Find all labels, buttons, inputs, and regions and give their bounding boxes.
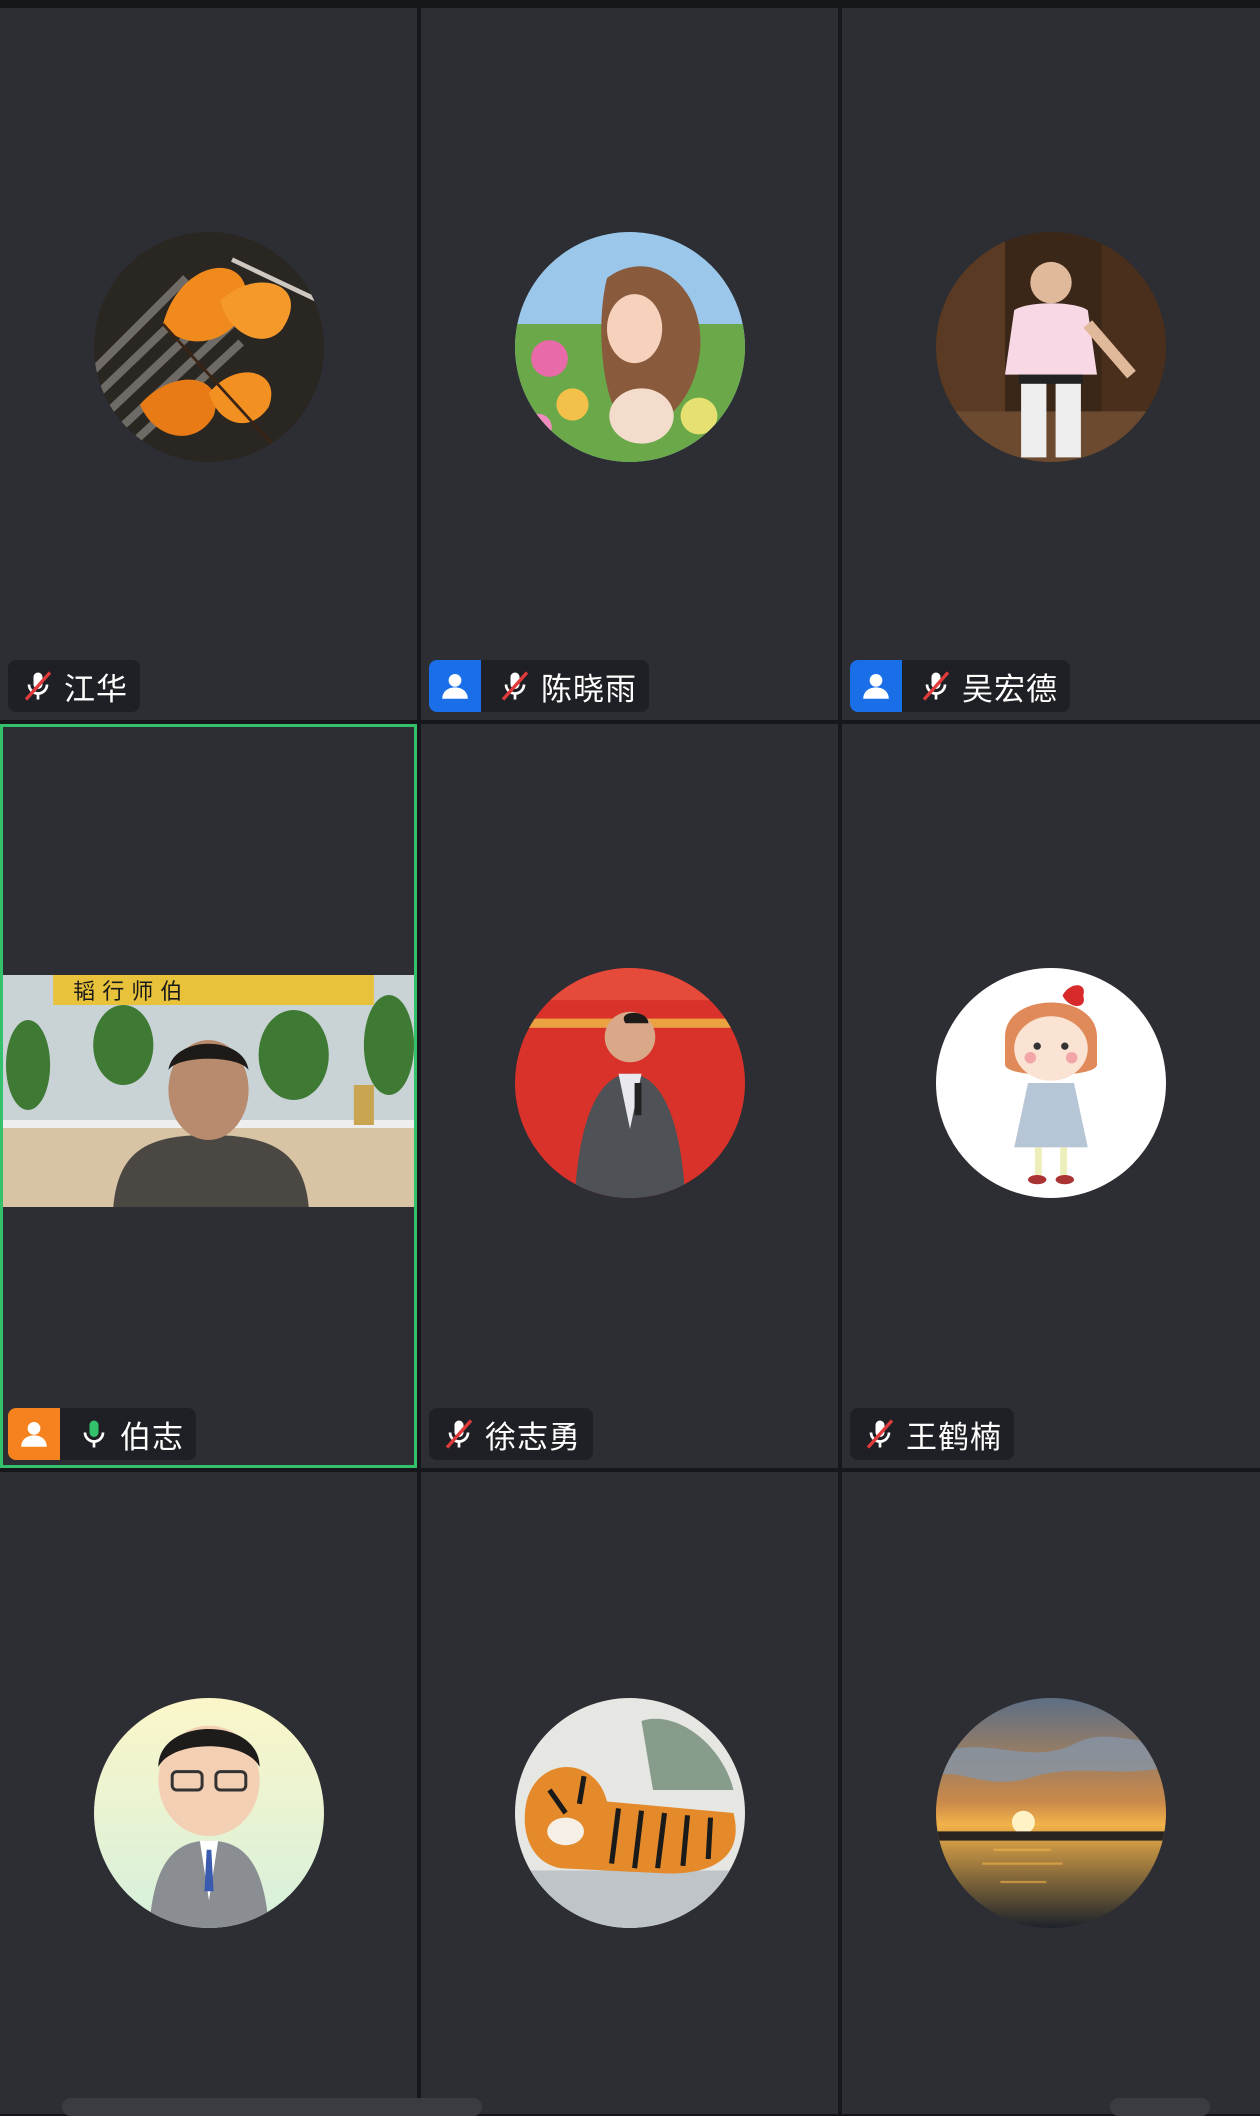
mic-muted-icon bbox=[860, 1414, 900, 1454]
svg-text:韬 行 师 伯: 韬 行 师 伯 bbox=[73, 980, 182, 1005]
name-tag: 江华 bbox=[8, 660, 140, 712]
participant-avatar bbox=[936, 1698, 1166, 1928]
participant-name: 江华 bbox=[64, 671, 128, 708]
participant-name: 伯志 bbox=[120, 1419, 184, 1456]
participant-avatar bbox=[936, 968, 1166, 1198]
participant-name: 王鹤楠 bbox=[906, 1419, 1002, 1456]
name-tag: 吴宏德 bbox=[850, 660, 1070, 712]
mic-icon bbox=[74, 1414, 114, 1454]
name-tag: 王鹤楠 bbox=[850, 1408, 1014, 1460]
participant-tile[interactable]: 王鹤楠 bbox=[842, 724, 1260, 1468]
camera-image: 韬 行 师 伯 bbox=[3, 975, 414, 1207]
participant-avatar bbox=[514, 232, 745, 462]
video-grid: 江华 陈晓雨 吴宏德 韬 行 师 伯 伯志 徐志勇 王鹤楠 bbox=[0, 8, 1260, 2114]
participant-avatar bbox=[514, 968, 745, 1198]
participant-avatar bbox=[93, 1698, 324, 1928]
video-feed: 韬 行 师 伯 bbox=[3, 975, 414, 1207]
participant-tile[interactable]: 陈晓雨 bbox=[421, 8, 838, 720]
bottom-toolbar-edge bbox=[62, 2098, 482, 2116]
participant-avatar bbox=[93, 232, 324, 462]
participant-avatar bbox=[936, 232, 1166, 462]
cartoon-man-suit-image bbox=[93, 1698, 324, 1928]
participant-tile[interactable] bbox=[421, 1472, 838, 2114]
user-icon bbox=[429, 660, 481, 712]
participant-name: 吴宏德 bbox=[962, 671, 1058, 708]
girl-flowers-image bbox=[514, 232, 745, 462]
cartoon-girl-image bbox=[936, 968, 1166, 1198]
name-tag: 伯志 bbox=[8, 1408, 196, 1460]
sunset-sea-image bbox=[936, 1698, 1166, 1928]
participant-tile[interactable] bbox=[0, 1472, 417, 2114]
mic-muted-icon bbox=[916, 666, 956, 706]
mic-muted-icon bbox=[439, 1414, 479, 1454]
participant-name: 徐志勇 bbox=[485, 1419, 581, 1456]
participant-avatar bbox=[514, 1698, 745, 1928]
participant-tile[interactable] bbox=[842, 1472, 1260, 2114]
bottom-toolbar-edge bbox=[1110, 2098, 1210, 2116]
participant-tile-active-speaker[interactable]: 韬 行 师 伯 伯志 bbox=[0, 724, 417, 1468]
name-tag: 徐志勇 bbox=[429, 1408, 593, 1460]
tiger-painting-image bbox=[514, 1698, 745, 1928]
name-tag: 陈晓雨 bbox=[429, 660, 649, 712]
user-icon bbox=[8, 1408, 60, 1460]
participant-tile[interactable]: 徐志勇 bbox=[421, 724, 838, 1468]
mic-muted-icon bbox=[18, 666, 58, 706]
participant-tile[interactable]: 江华 bbox=[0, 8, 417, 720]
orange-leaves-image bbox=[93, 232, 324, 462]
participant-tile[interactable]: 吴宏德 bbox=[842, 8, 1260, 720]
participant-name: 陈晓雨 bbox=[541, 671, 637, 708]
mic-muted-icon bbox=[495, 666, 535, 706]
speaker-red-banner-image bbox=[514, 968, 745, 1198]
user-icon bbox=[850, 660, 902, 712]
man-pink-shirt-image bbox=[936, 232, 1166, 462]
